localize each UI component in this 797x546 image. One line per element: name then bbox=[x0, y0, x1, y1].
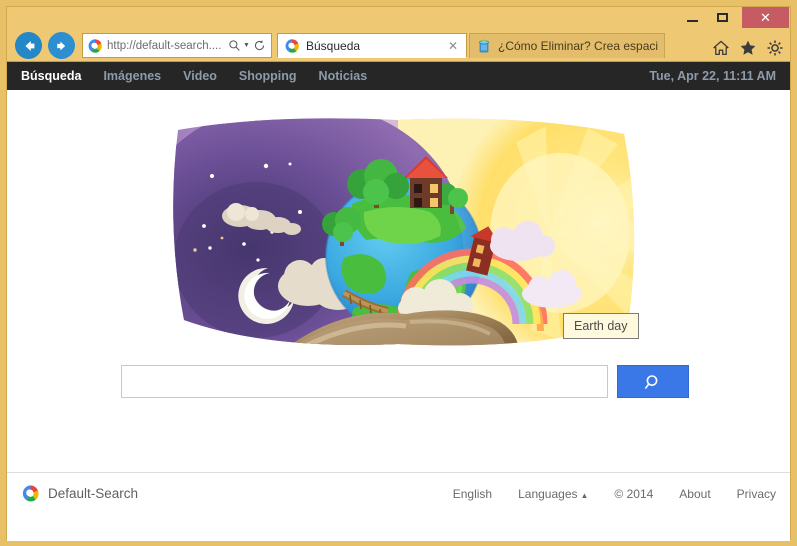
footer-links: English Languages ▲ © 2014 About Privacy bbox=[453, 487, 776, 501]
back-arrow-icon bbox=[24, 40, 34, 51]
site-nav-noticias[interactable]: Noticias bbox=[319, 69, 368, 83]
magnifier-icon bbox=[644, 374, 658, 389]
site-nav-shopping[interactable]: Shopping bbox=[239, 69, 297, 83]
current-datetime: Tue, Apr 22, 11:11 AM bbox=[649, 69, 776, 83]
footer-link-english[interactable]: English bbox=[453, 487, 492, 501]
page-footer: Default-Search English Languages ▲ © 2014… bbox=[7, 472, 790, 514]
minimize-button[interactable] bbox=[677, 7, 707, 28]
address-bar[interactable]: http://default-search.... ▼ bbox=[82, 33, 272, 58]
maximize-icon bbox=[716, 13, 728, 22]
footer-link-privacy[interactable]: Privacy bbox=[737, 487, 776, 501]
back-button[interactable] bbox=[15, 32, 42, 59]
doodle[interactable]: Earth day bbox=[148, 108, 658, 358]
tab-busqueda[interactable]: Búsqueda ✕ bbox=[277, 33, 467, 58]
refresh-icon[interactable] bbox=[251, 38, 267, 54]
close-window-button[interactable]: ✕ bbox=[742, 7, 789, 28]
address-search-icon[interactable] bbox=[226, 38, 242, 54]
browser-window: ✕ http://default-search.... ▼ Búsqueda ✕… bbox=[0, 0, 797, 546]
page-content: Earth day Default-Search English Languag… bbox=[7, 90, 790, 514]
tab-title: ¿Cómo Eliminar? Crea espaci... bbox=[498, 39, 658, 53]
doodle-tooltip: Earth day bbox=[563, 313, 639, 339]
browser-toolbar: http://default-search.... ▼ Búsqueda ✕ ¿… bbox=[7, 29, 790, 61]
search-input[interactable] bbox=[121, 365, 608, 398]
caret-up-icon: ▲ bbox=[580, 490, 589, 500]
search-button[interactable] bbox=[617, 365, 689, 398]
tools-icon[interactable] bbox=[766, 39, 784, 57]
tab-title: Búsqueda bbox=[306, 38, 361, 53]
footer-copyright: © 2014 bbox=[614, 486, 654, 501]
tab-como-eliminar[interactable]: ¿Cómo Eliminar? Crea espaci... bbox=[469, 33, 665, 58]
site-nav-video[interactable]: Video bbox=[183, 69, 217, 83]
browser-command-bar bbox=[712, 39, 784, 57]
forward-button[interactable] bbox=[48, 32, 75, 59]
default-search-favicon bbox=[285, 38, 299, 53]
page-viewport: Búsqueda Imágenes Video Shopping Noticia… bbox=[7, 61, 790, 541]
minimize-icon bbox=[686, 19, 698, 22]
site-top-bar: Búsqueda Imágenes Video Shopping Noticia… bbox=[7, 62, 790, 90]
home-icon[interactable] bbox=[712, 39, 730, 57]
browser-window-inner: ✕ http://default-search.... ▼ Búsqueda ✕… bbox=[6, 6, 791, 541]
footer-link-languages-label: Languages bbox=[518, 486, 578, 501]
favorites-icon[interactable] bbox=[739, 39, 757, 57]
footer-link-about[interactable]: About bbox=[679, 487, 710, 501]
trash-bin-favicon bbox=[479, 39, 489, 53]
forward-arrow-icon bbox=[56, 41, 65, 50]
footer-brand-label: Default-Search bbox=[48, 486, 139, 501]
site-nav-busqueda[interactable]: Búsqueda bbox=[21, 69, 81, 83]
site-nav: Búsqueda Imágenes Video Shopping Noticia… bbox=[21, 69, 367, 83]
close-tab-icon[interactable]: ✕ bbox=[446, 39, 460, 53]
chevron-down-icon[interactable]: ▼ bbox=[242, 42, 251, 49]
default-search-favicon bbox=[88, 38, 102, 53]
maximize-button[interactable] bbox=[707, 7, 737, 28]
default-search-logo bbox=[22, 485, 39, 502]
search-row bbox=[121, 365, 689, 398]
close-icon: ✕ bbox=[760, 10, 771, 25]
footer-link-languages[interactable]: Languages ▲ bbox=[518, 487, 588, 501]
site-nav-imagenes[interactable]: Imágenes bbox=[103, 69, 161, 83]
footer-brand[interactable]: Default-Search bbox=[21, 484, 138, 503]
title-bar: ✕ bbox=[7, 7, 790, 29]
address-bar-url: http://default-search.... bbox=[107, 39, 222, 52]
